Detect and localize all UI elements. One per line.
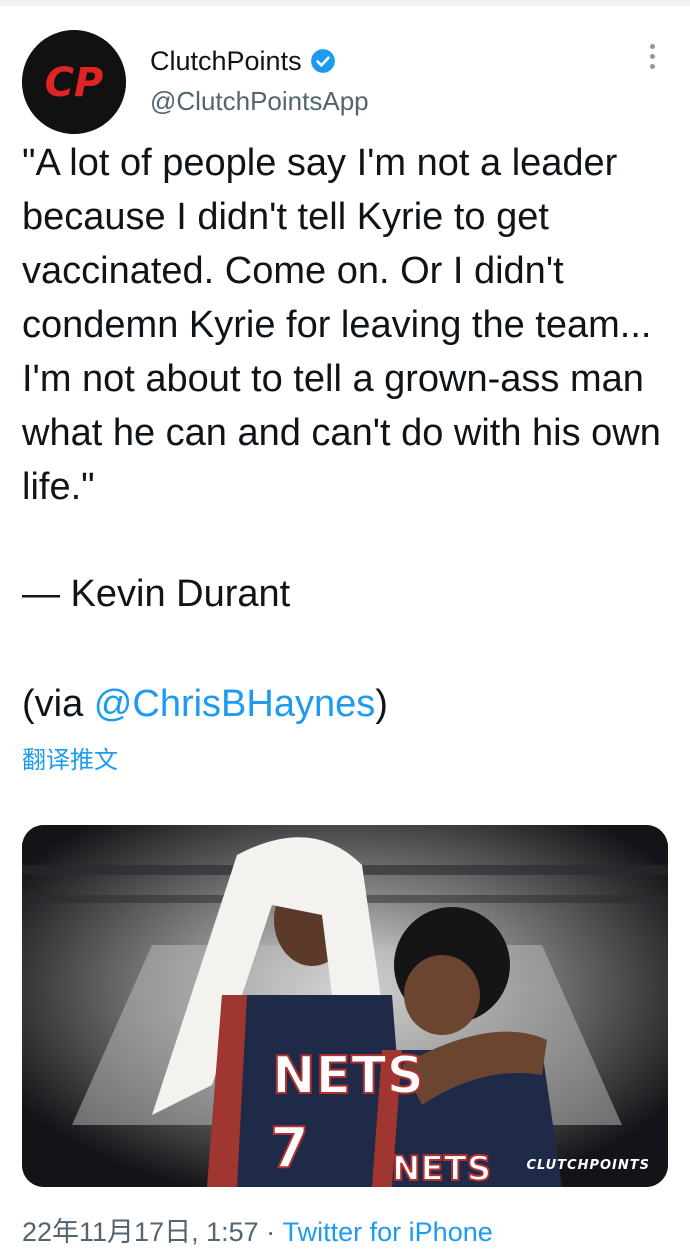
media-illustration: NETS 7 NETS (22, 825, 668, 1187)
display-name[interactable]: ClutchPoints (150, 46, 302, 77)
media-watermark: CLUTCHPOINTS (526, 1158, 650, 1173)
tweet-source-link[interactable]: Twitter for iPhone (283, 1217, 493, 1247)
tweet-body: "A lot of people say I'm not a leader be… (22, 142, 672, 508)
verified-badge-icon (310, 49, 335, 73)
more-options-icon[interactable] (640, 44, 664, 74)
tweet-timestamp[interactable]: 22年11月17日, 1:57 (22, 1217, 259, 1247)
clutchpoints-logo: CP (22, 30, 126, 134)
avatar-logo-text: CP (45, 60, 104, 106)
author-name-row: ClutchPoints (150, 44, 336, 78)
via-prefix: (via (22, 683, 94, 725)
jersey-left-number: 7 (270, 1116, 309, 1181)
tweet-media-image[interactable]: NETS 7 NETS CLUTCHPOINTS (22, 825, 668, 1187)
avatar[interactable]: CP (22, 30, 126, 134)
via-suffix: ) (375, 683, 388, 725)
tweet-meta: 22年11月17日, 1:57 · Twitter for iPhone (22, 1210, 493, 1249)
tweet-via: (via @ChrisBHaynes) (22, 677, 388, 731)
top-divider (0, 0, 690, 6)
meta-separator: · (258, 1217, 283, 1247)
translate-tweet-link[interactable]: 翻译推文 (22, 740, 118, 775)
jersey-left-text: NETS (272, 1046, 424, 1106)
author-handle[interactable]: @ClutchPointsApp (150, 86, 369, 117)
jersey-right-text: NETS (392, 1149, 491, 1187)
mention-link[interactable]: @ChrisBHaynes (94, 683, 375, 725)
tweet-attribution: — Kevin Durant (22, 573, 291, 615)
